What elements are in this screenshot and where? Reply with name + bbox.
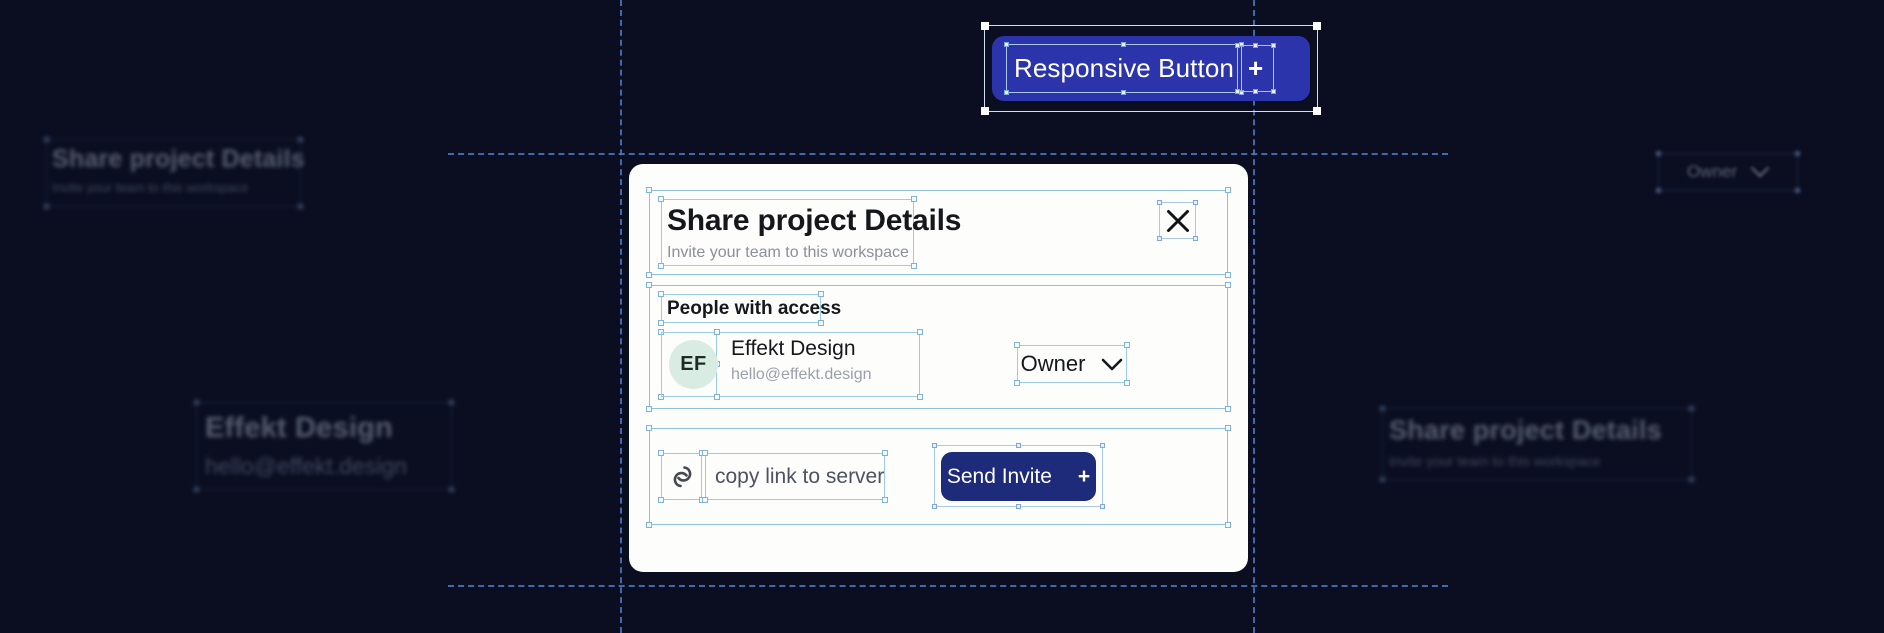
ghost-handle — [1795, 151, 1800, 156]
selection-handle[interactable] — [646, 406, 652, 412]
selection-handle[interactable] — [932, 443, 937, 448]
selection-handle[interactable] — [646, 272, 652, 278]
ghost-person-effekt-design: Effekt Design hello@effekt.design — [194, 400, 454, 492]
ghost-person-email: hello@effekt.design — [205, 453, 407, 479]
ghost-handle — [449, 487, 454, 492]
selection-handle[interactable] — [1225, 522, 1231, 528]
avatar: EF — [669, 340, 718, 389]
selection-handle[interactable] — [1193, 200, 1198, 205]
selection-handle[interactable] — [818, 291, 824, 297]
ghost-card-share-details-left: Share project Details Invite your team t… — [44, 137, 305, 209]
ghost-handle — [194, 487, 199, 492]
ghost-handle — [1689, 477, 1694, 482]
share-project-modal[interactable]: Share project Details Invite your team t… — [629, 164, 1248, 572]
guide-horizontal-top — [448, 153, 1448, 155]
selection-handle[interactable] — [882, 450, 888, 456]
selection-handle[interactable] — [658, 196, 664, 202]
selection-handle[interactable] — [1225, 425, 1231, 431]
selection-handle[interactable] — [1015, 504, 1021, 509]
selection-handle[interactable] — [1313, 107, 1321, 115]
selection-handle[interactable] — [1100, 443, 1105, 448]
selection-handle[interactable] — [658, 320, 664, 326]
selection-handle[interactable] — [1100, 504, 1105, 509]
selection-handle[interactable] — [1225, 406, 1231, 412]
person-email: hello@effekt.design — [731, 366, 872, 383]
ghost-handle — [44, 204, 49, 209]
ghost-title: Share project Details — [1389, 415, 1662, 445]
chevron-down-icon — [1751, 166, 1770, 178]
ghost-handle — [1656, 188, 1661, 193]
selection-handle[interactable] — [1015, 443, 1021, 448]
copy-link-label[interactable]: copy link to server — [715, 465, 884, 489]
selection-handle[interactable] — [932, 504, 937, 509]
link-chain-icon[interactable] — [669, 460, 696, 493]
ghost-handle — [1380, 477, 1385, 482]
ghost-handle — [298, 137, 303, 142]
selection-handle[interactable] — [658, 497, 664, 503]
selection-frame-responsive-button — [981, 22, 1321, 115]
selection-handle[interactable] — [1157, 236, 1162, 241]
selection-handle[interactable] — [714, 329, 720, 335]
close-x-icon[interactable] — [1157, 200, 1198, 241]
ghost-handle — [1656, 151, 1661, 156]
selection-handle[interactable] — [714, 394, 720, 400]
send-invite-button[interactable]: Send Invite + — [941, 452, 1096, 501]
send-invite-plus-label: + — [1077, 465, 1091, 488]
role-select-owner[interactable]: Owner — [1017, 345, 1127, 383]
ghost-card-share-details-right: Share project Details Invite your team t… — [1380, 406, 1694, 482]
selection-handle[interactable] — [702, 497, 708, 503]
selection-handle[interactable] — [646, 187, 652, 193]
ghost-person-name: Effekt Design — [205, 412, 393, 444]
selection-handle[interactable] — [917, 329, 923, 335]
design-canvas[interactable]: Share project Details Invite your team t… — [0, 0, 1884, 633]
selection-handle[interactable] — [1313, 22, 1321, 30]
ghost-handle — [44, 137, 49, 142]
modal-title: Share project Details — [667, 204, 962, 237]
ghost-role-label: Owner — [1686, 162, 1738, 181]
selection-handle[interactable] — [646, 522, 652, 528]
selection-handle[interactable] — [917, 394, 923, 400]
guide-horizontal-bottom — [448, 585, 1448, 587]
selection-handle[interactable] — [1225, 187, 1231, 193]
chevron-down-icon — [1101, 358, 1123, 371]
selection-handle[interactable] — [1193, 236, 1198, 241]
ghost-handle — [298, 204, 303, 209]
ghost-handle — [1380, 406, 1385, 411]
ghost-subtitle: Invite your team to this workspace — [1389, 453, 1601, 469]
selection-handle[interactable] — [1225, 272, 1231, 278]
selection-handle[interactable] — [658, 263, 664, 269]
selection-handle[interactable] — [702, 450, 708, 456]
ghost-handle — [1795, 188, 1800, 193]
selection-handle[interactable] — [818, 320, 824, 326]
ghost-title: Share project Details — [52, 145, 305, 173]
people-with-access-label: People with access — [667, 298, 842, 319]
selection-handle[interactable] — [981, 107, 989, 115]
selection-handle[interactable] — [699, 497, 705, 503]
avatar-initials: EF — [680, 353, 707, 375]
selection-handle[interactable] — [1225, 282, 1231, 288]
selection-handle[interactable] — [658, 450, 664, 456]
selection-handle[interactable] — [981, 22, 989, 30]
ghost-role-chip-owner: Owner — [1656, 151, 1800, 193]
selection-handle[interactable] — [646, 282, 652, 288]
ghost-handle — [449, 400, 454, 405]
responsive-button-component[interactable]: Responsive Button + — [981, 22, 1321, 115]
guide-vertical-left — [620, 0, 622, 633]
selection-handle[interactable] — [658, 329, 664, 335]
selection-handle[interactable] — [882, 497, 888, 503]
role-select-value: Owner — [1020, 351, 1086, 376]
selection-handle[interactable] — [658, 394, 664, 400]
ghost-handle — [1689, 406, 1694, 411]
selection-handle[interactable] — [911, 263, 917, 269]
modal-subtitle: Invite your team to this workspace — [667, 244, 909, 261]
selection-handle[interactable] — [911, 196, 917, 202]
selection-handle[interactable] — [658, 291, 664, 297]
selection-handle[interactable] — [1157, 200, 1162, 205]
send-invite-label: Send Invite — [946, 464, 1052, 488]
selection-handle[interactable] — [699, 450, 705, 456]
ghost-subtitle: Invite your team to this workspace — [52, 180, 249, 195]
person-name: Effekt Design — [731, 337, 856, 360]
selection-handle[interactable] — [646, 425, 652, 431]
ghost-handle — [194, 400, 199, 405]
